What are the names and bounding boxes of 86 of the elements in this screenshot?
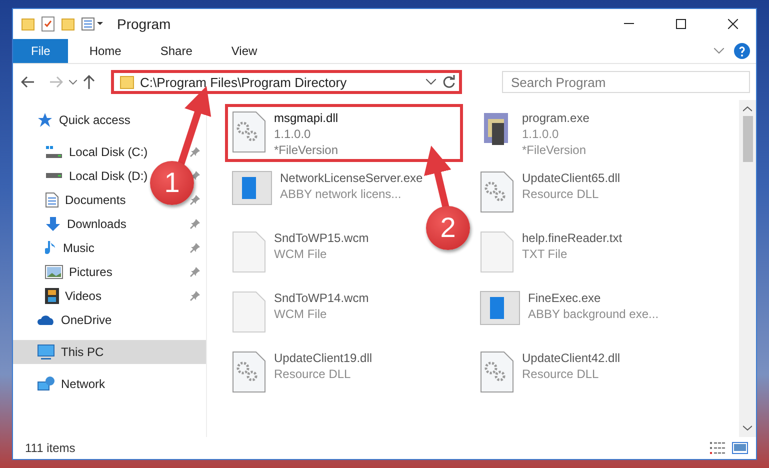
file-detail: 1.1.0.0: [274, 127, 312, 141]
sidebar-item[interactable]: Documents: [65, 193, 126, 207]
close-icon[interactable]: [728, 19, 738, 29]
file-name[interactable]: msgmapi.dll: [274, 111, 338, 125]
file-detail: ABBY network licens...: [280, 187, 402, 201]
file-detail: WCM File: [274, 247, 328, 261]
picture-icon: [45, 265, 63, 279]
file-detail: Resource DLL: [522, 187, 600, 201]
pin-icon[interactable]: [190, 243, 200, 253]
scroll-down-icon[interactable]: [743, 425, 752, 431]
pin-icon[interactable]: [190, 195, 200, 205]
chevron-down-icon[interactable]: [69, 80, 77, 84]
address-bar[interactable]: C:\Program Files\Program Directory: [111, 70, 462, 94]
gears-file-icon: [480, 171, 514, 213]
file-detail: 1.1.0.0: [522, 127, 560, 141]
file-name[interactable]: UpdateClient65.dll: [522, 171, 620, 185]
film-icon: [45, 288, 59, 304]
app-window-icon: [232, 171, 272, 205]
large-icons-view-icon[interactable]: [732, 442, 748, 454]
computer-icon: [37, 344, 55, 360]
properties-icon[interactable]: [41, 16, 55, 32]
drive-icon: [45, 173, 63, 179]
sidebar-item[interactable]: Music: [63, 241, 94, 255]
scrollbar[interactable]: [739, 100, 756, 437]
pin-icon[interactable]: [190, 147, 200, 157]
back-arrow-icon[interactable]: [21, 76, 35, 88]
up-arrow-icon[interactable]: [83, 75, 95, 89]
cloud-icon: [37, 314, 55, 326]
document-icon: [45, 192, 59, 208]
gears-file-icon: [232, 111, 266, 153]
file-name[interactable]: SndToWP14.wcm: [274, 291, 369, 305]
sidebar-item[interactable]: Videos: [65, 289, 102, 303]
file-name[interactable]: help.fineReader.txt: [522, 231, 622, 245]
sidebar-item[interactable]: Pictures: [69, 265, 112, 279]
scroll-thumb[interactable]: [742, 116, 752, 162]
file-name[interactable]: UpdateClient19.dll: [274, 351, 372, 365]
sidebar-item[interactable]: Network: [61, 377, 106, 391]
sidebar-item[interactable]: Quick access: [59, 113, 130, 127]
download-arrow-icon: [45, 216, 61, 232]
file-name[interactable]: UpdateClient42.dll: [522, 351, 620, 365]
pin-icon[interactable]: [190, 291, 200, 301]
music-note-icon: [45, 240, 57, 256]
file-detail: *FileVersion: [522, 143, 588, 157]
file-detail: WCM File: [274, 307, 328, 321]
pin-icon[interactable]: [190, 267, 200, 277]
pin-icon[interactable]: [190, 219, 200, 229]
gears-file-icon: [232, 351, 266, 393]
file-detail: Resource DLL: [522, 367, 600, 381]
sidebar-item[interactable]: Downloads: [67, 217, 126, 231]
network-icon: [37, 376, 55, 392]
file-detail: ABBY background exe...: [528, 307, 659, 321]
star-icon: [37, 112, 53, 128]
maximize-icon[interactable]: [676, 19, 686, 29]
app-window-icon: [480, 291, 520, 325]
ribbon-tab[interactable]: Home: [74, 39, 136, 63]
gears-file-icon: [480, 351, 514, 393]
file-name[interactable]: program.exe: [522, 111, 590, 125]
folder-icon: [120, 76, 134, 88]
file-detail: Resource DLL: [274, 367, 352, 381]
blank-file-icon: [232, 231, 266, 273]
details-view-icon[interactable]: [710, 441, 726, 455]
customize-toolbar-icon[interactable]: [81, 17, 105, 31]
file-name[interactable]: NetworkLicenseServer.exe: [280, 171, 423, 185]
file-detail: TXT File: [522, 247, 568, 261]
window-title: Program: [117, 16, 172, 32]
sidebar-item[interactable]: Local Disk (D:): [69, 169, 148, 183]
refresh-icon[interactable]: [442, 75, 456, 89]
blank-file-icon: [232, 291, 266, 333]
ribbon-tab[interactable]: Share: [145, 39, 208, 63]
drive-icon: [45, 145, 63, 159]
chevron-down-icon[interactable]: [714, 48, 724, 54]
item-count: 111 items: [25, 441, 76, 455]
help-icon[interactable]: [734, 43, 750, 59]
sidebar-item[interactable]: This PC: [13, 340, 206, 364]
ribbon-tab[interactable]: View: [216, 39, 272, 63]
sidebar-item[interactable]: Local Disk (C:): [69, 145, 148, 159]
search-field[interactable]: Search Program: [502, 71, 750, 93]
chevron-down-icon[interactable]: [426, 79, 436, 85]
blank-file-icon: [480, 231, 514, 273]
file-name[interactable]: FineExec.exe: [528, 291, 659, 305]
file-detail: *FileVersion: [274, 143, 338, 157]
scroll-up-icon[interactable]: [743, 106, 752, 112]
sidebar-item[interactable]: OneDrive: [61, 313, 112, 327]
file-name[interactable]: SndToWP15.wcm: [274, 231, 369, 245]
minimize-icon[interactable]: [624, 23, 634, 25]
file-menu-button[interactable]: File: [13, 39, 68, 63]
